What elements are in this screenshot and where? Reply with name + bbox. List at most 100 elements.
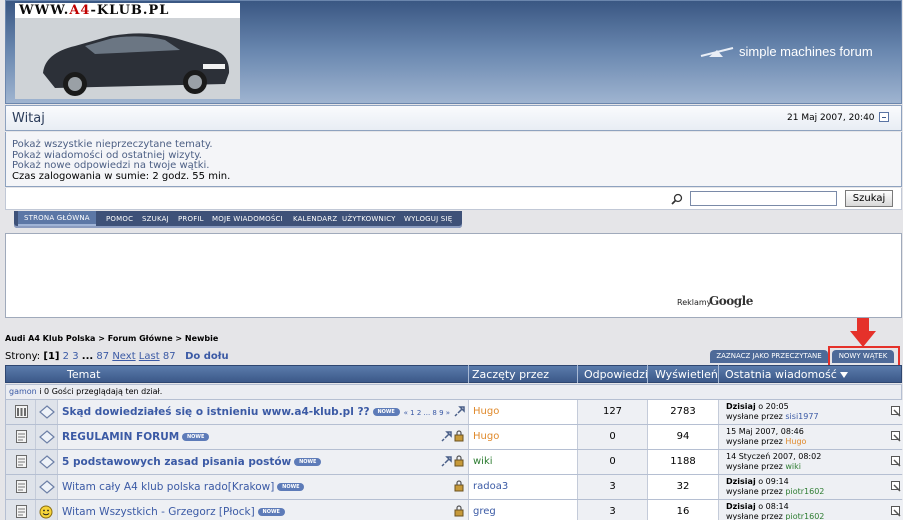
sort-down-icon [840,372,849,378]
main-menu: STRONA GŁÓWNA POMOC SZUKAJ PROFIL MOJE W… [14,211,462,228]
last-post-icon[interactable] [891,456,902,467]
column-views[interactable]: Wyświetleń [655,368,718,381]
last-poster-link[interactable]: wiki [785,462,801,471]
column-separator [647,365,648,383]
pagination: Strony: [1] 2 3 ... 87 Next Last 87 Do d… [5,351,229,362]
ads-label[interactable]: Reklamy [677,298,711,307]
page-2[interactable]: 2 [63,351,69,362]
view-count: 2783 [670,406,696,417]
page-current: [1] [43,351,60,362]
login-time: Czas zalogowania w sumie: 2 godz. 55 min… [12,171,231,182]
topic-starter[interactable]: radoa3 [473,481,508,492]
reply-count: 0 [609,431,616,442]
last-poster-link[interactable]: sisi1977 [785,412,818,421]
table-row: Witam Wszystkich - Grzegorz [Płock] NOWE … [5,500,903,520]
mark-read-button[interactable]: ZAZNACZ JAKO PRZECZYTANE [710,350,828,363]
viewer-user-link[interactable]: gamon [9,387,37,396]
smf-brand-text[interactable]: simple machines forum [739,44,873,59]
new-replies-link[interactable]: Pokaż nowe odpowiedzi na twoje wątki. [12,160,209,171]
smf-logo-icon [700,47,734,57]
last-post-icon[interactable] [891,506,902,517]
menu-item-home[interactable]: STRONA GŁÓWNA [18,211,96,226]
last-post-info: Dzisiaj o 09:14 wysłane przez piotr1602 [726,477,825,496]
search-input[interactable] [690,191,837,206]
google-logo[interactable]: Google [709,294,753,308]
last-post-info: Dzisiaj o 20:05 wysłane przez sisi1977 [726,402,819,421]
topic-pages[interactable]: « 1 2 ... 8 9 » [404,409,450,417]
view-count: 94 [676,431,690,442]
column-topic[interactable]: Temat [67,368,100,381]
search-button[interactable]: Szukaj [845,190,893,207]
page-next[interactable]: Next [112,351,135,362]
topic-icon [39,430,55,444]
page-ellipsis: ... [81,351,94,362]
reply-count: 3 [609,481,616,492]
topic-starter[interactable]: Hugo [473,406,499,417]
topic-document-icon [16,505,27,518]
search-icon [671,193,683,205]
lock-icon [454,455,464,467]
topic-icon [39,480,55,494]
last-post-icon[interactable] [891,406,902,417]
highlight-box [828,346,900,367]
logo-text: WWW.A4-KLUB.PL [15,3,240,18]
last-poster-link[interactable]: Hugo [785,437,806,446]
user-bar [5,105,902,131]
topic-icon [39,455,55,469]
page-87[interactable]: 87 [96,351,109,362]
table-row: Witam cały A4 klub polska rado[Krakow] NO… [5,475,903,500]
topic-starter[interactable]: wiki [473,456,493,467]
column-separator [468,365,469,383]
last-poster-link[interactable]: piotr1602 [785,487,824,496]
column-started-by[interactable]: Zaczęty przez [472,368,549,381]
last-post-info: 15 Maj 2007, 08:46 wysłane przez Hugo [726,427,807,446]
reply-count: 0 [609,456,616,467]
new-badge: NOWE [182,433,210,441]
topic-link[interactable]: Skąd dowiedziałeś się o istnieniu www.a4… [62,406,450,418]
topic-link[interactable]: 5 podstawowych zasad pisania postów NOWE [62,456,322,468]
last-post-info: 14 Styczeń 2007, 08:02 wysłane przez wiki [726,452,822,471]
page-last-number[interactable]: 87 [163,351,176,362]
table-row: Skąd dowiedziałeś się o istnieniu www.a4… [5,400,903,425]
page-last[interactable]: Last [139,351,160,362]
reply-count: 127 [602,406,623,417]
lock-icon [454,480,464,492]
column-replies[interactable]: Odpowiedzi [584,368,648,381]
car-image [15,18,240,99]
breadcrumb[interactable]: Audi A4 Klub Polska > Forum Główne > New… [5,334,218,343]
menu-item-logout[interactable]: WYLOGUJ SIĘ [404,215,452,223]
viewers-text: gamon i 0 Gości przeglądają ten dział. [9,387,163,396]
table-row: 5 podstawowych zasad pisania postów NOWE … [5,450,903,475]
topic-document-icon [16,430,27,443]
menu-item-messages[interactable]: MOJE WIADOMOŚCI [212,215,283,223]
topic-starter[interactable]: greg [473,506,496,517]
menu-item-members[interactable]: UŻYTKOWNICY [342,215,396,223]
column-last-post[interactable]: Ostatnia wiadomość [725,368,849,381]
unread-topics-link[interactable]: Pokaż wszystkie nieprzeczytane tematy. [12,139,213,150]
menu-item-profile[interactable]: PROFIL [178,215,204,223]
menu-item-calendar[interactable]: KALENDARZ [293,215,337,223]
go-bottom-link[interactable]: Do dołu [185,351,229,362]
last-poster-link[interactable]: piotr1602 [785,512,824,520]
current-date: 21 Maj 2007, 20:40 [787,113,875,123]
topic-link[interactable]: REGULAMIN FORUM NOWE [62,431,210,443]
topic-link[interactable]: Witam Wszystkich - Grzegorz [Płock] NOWE [62,506,285,518]
ad-box [5,233,902,318]
topic-link[interactable]: Witam cały A4 klub polska rado[Krakow] NO… [62,481,305,493]
pin-icon [441,431,452,442]
view-count: 16 [676,506,690,517]
topic-starter[interactable]: Hugo [473,431,499,442]
collapse-icon[interactable] [879,112,889,122]
reply-count: 3 [609,506,616,517]
menu-item-search[interactable]: SZUKAJ [142,215,169,223]
last-post-info: Dzisiaj o 08:14 wysłane przez piotr1602 [726,502,825,520]
pin-icon [441,456,452,467]
last-post-icon[interactable] [891,431,902,442]
last-post-icon[interactable] [891,481,902,492]
menu-item-help[interactable]: POMOC [106,215,133,223]
page-3[interactable]: 3 [72,351,78,362]
site-logo[interactable]: WWW.A4-KLUB.PL [15,3,240,99]
column-separator [577,365,578,383]
arrow-down-icon [850,318,876,347]
lock-icon [454,505,464,517]
